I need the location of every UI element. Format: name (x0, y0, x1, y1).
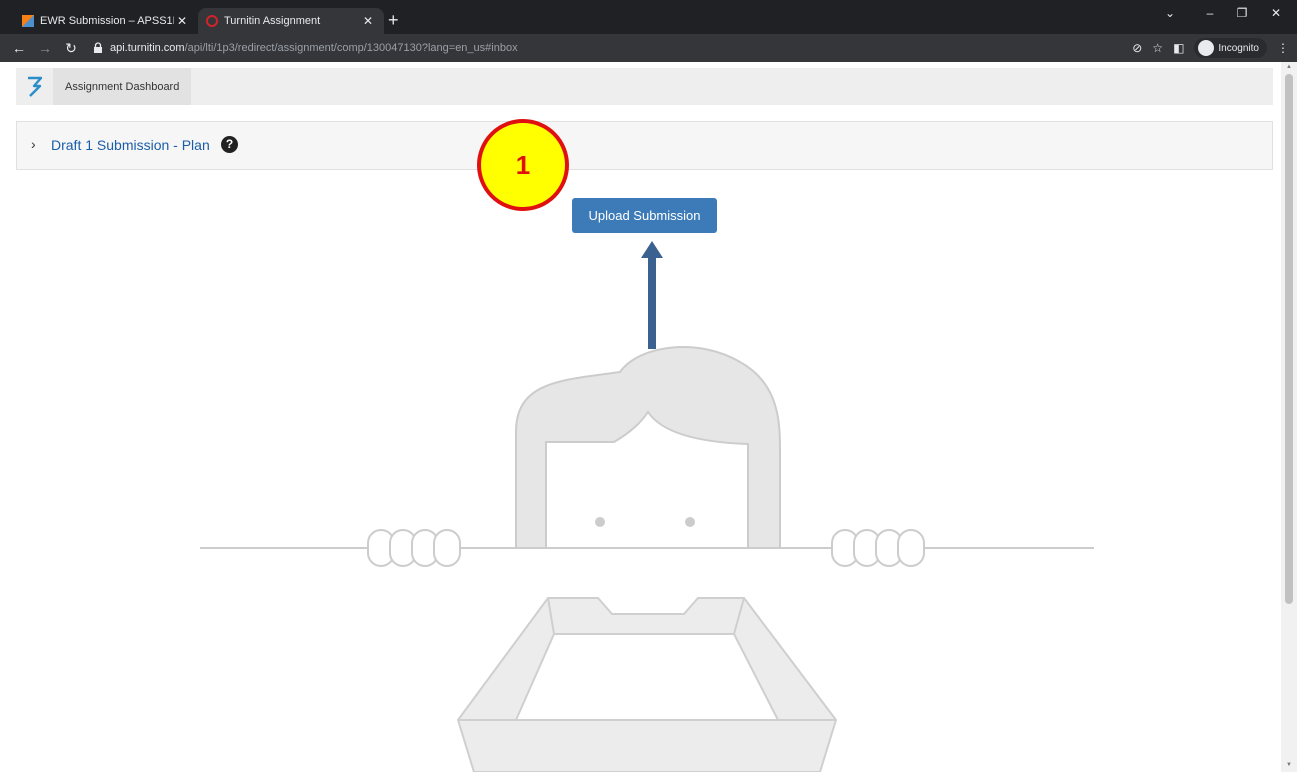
toolbar-right: ⊘ ☆ ◧ Incognito ⋮ (1132, 38, 1289, 58)
person-head-illustration (515, 346, 781, 549)
side-panel-icon[interactable]: ◧ (1173, 41, 1184, 55)
close-tab-icon[interactable]: ✕ (174, 14, 190, 28)
lock-icon (94, 42, 102, 53)
url-host: api.turnitin.com (110, 42, 185, 54)
vertical-scrollbar[interactable]: ▲ ▼ (1281, 62, 1297, 772)
tab-ewr-submission[interactable]: EWR Submission – APSS1BN16 E ✕ (14, 8, 198, 34)
scroll-up-icon[interactable]: ▲ (1285, 64, 1293, 70)
menu-icon[interactable]: ⋮ (1277, 41, 1289, 55)
tab-search-icon[interactable]: ⌄ (1160, 6, 1180, 20)
tab-strip: EWR Submission – APSS1BN16 E ✕ Turnitin … (0, 0, 1297, 34)
tab-title: Turnitin Assignment (224, 15, 321, 27)
minimize-button[interactable]: – (1200, 6, 1220, 20)
turnitin-favicon-icon (206, 15, 218, 27)
back-button[interactable]: ← (10, 39, 28, 57)
incognito-icon (1198, 40, 1215, 56)
tab-turnitin-assignment[interactable]: Turnitin Assignment ✕ (198, 8, 384, 34)
page-content: Assignment Dashboard › Draft 1 Submissio… (0, 62, 1281, 772)
annotation-arrow-icon (641, 241, 663, 349)
incognito-label: Incognito (1218, 42, 1259, 54)
address-bar[interactable]: api.turnitin.com /api/lti/1p3/redirect/a… (86, 37, 1286, 59)
url-path: /api/lti/1p3/redirect/assignment/comp/13… (184, 42, 518, 54)
moodle-favicon-icon (22, 15, 34, 27)
reload-button[interactable]: ↻ (62, 39, 80, 57)
eye-off-icon[interactable]: ⊘ (1132, 41, 1142, 55)
scroll-down-icon[interactable]: ▼ (1285, 762, 1293, 768)
new-tab-button[interactable]: + (388, 10, 399, 30)
tab-title: EWR Submission – APSS1BN16 E (40, 15, 174, 27)
empty-inbox-illustration (200, 241, 1094, 772)
close-tab-icon[interactable]: ✕ (360, 14, 376, 28)
close-window-button[interactable]: ✕ (1266, 6, 1286, 20)
upload-submission-button[interactable]: Upload Submission (572, 198, 717, 233)
tray-illustration (456, 597, 838, 772)
bookmark-star-icon[interactable]: ☆ (1152, 41, 1163, 55)
step-callout-badge: 1 (477, 119, 569, 211)
browser-toolbar: ← → ↻ api.turnitin.com /api/lti/1p3/redi… (0, 34, 1297, 62)
forward-button[interactable]: → (36, 39, 54, 57)
restore-button[interactable]: ❐ (1232, 6, 1252, 20)
left-hand-illustration (367, 529, 461, 567)
right-hand-illustration (831, 529, 925, 567)
incognito-badge[interactable]: Incognito (1194, 38, 1267, 58)
scrollbar-thumb[interactable] (1285, 74, 1293, 604)
